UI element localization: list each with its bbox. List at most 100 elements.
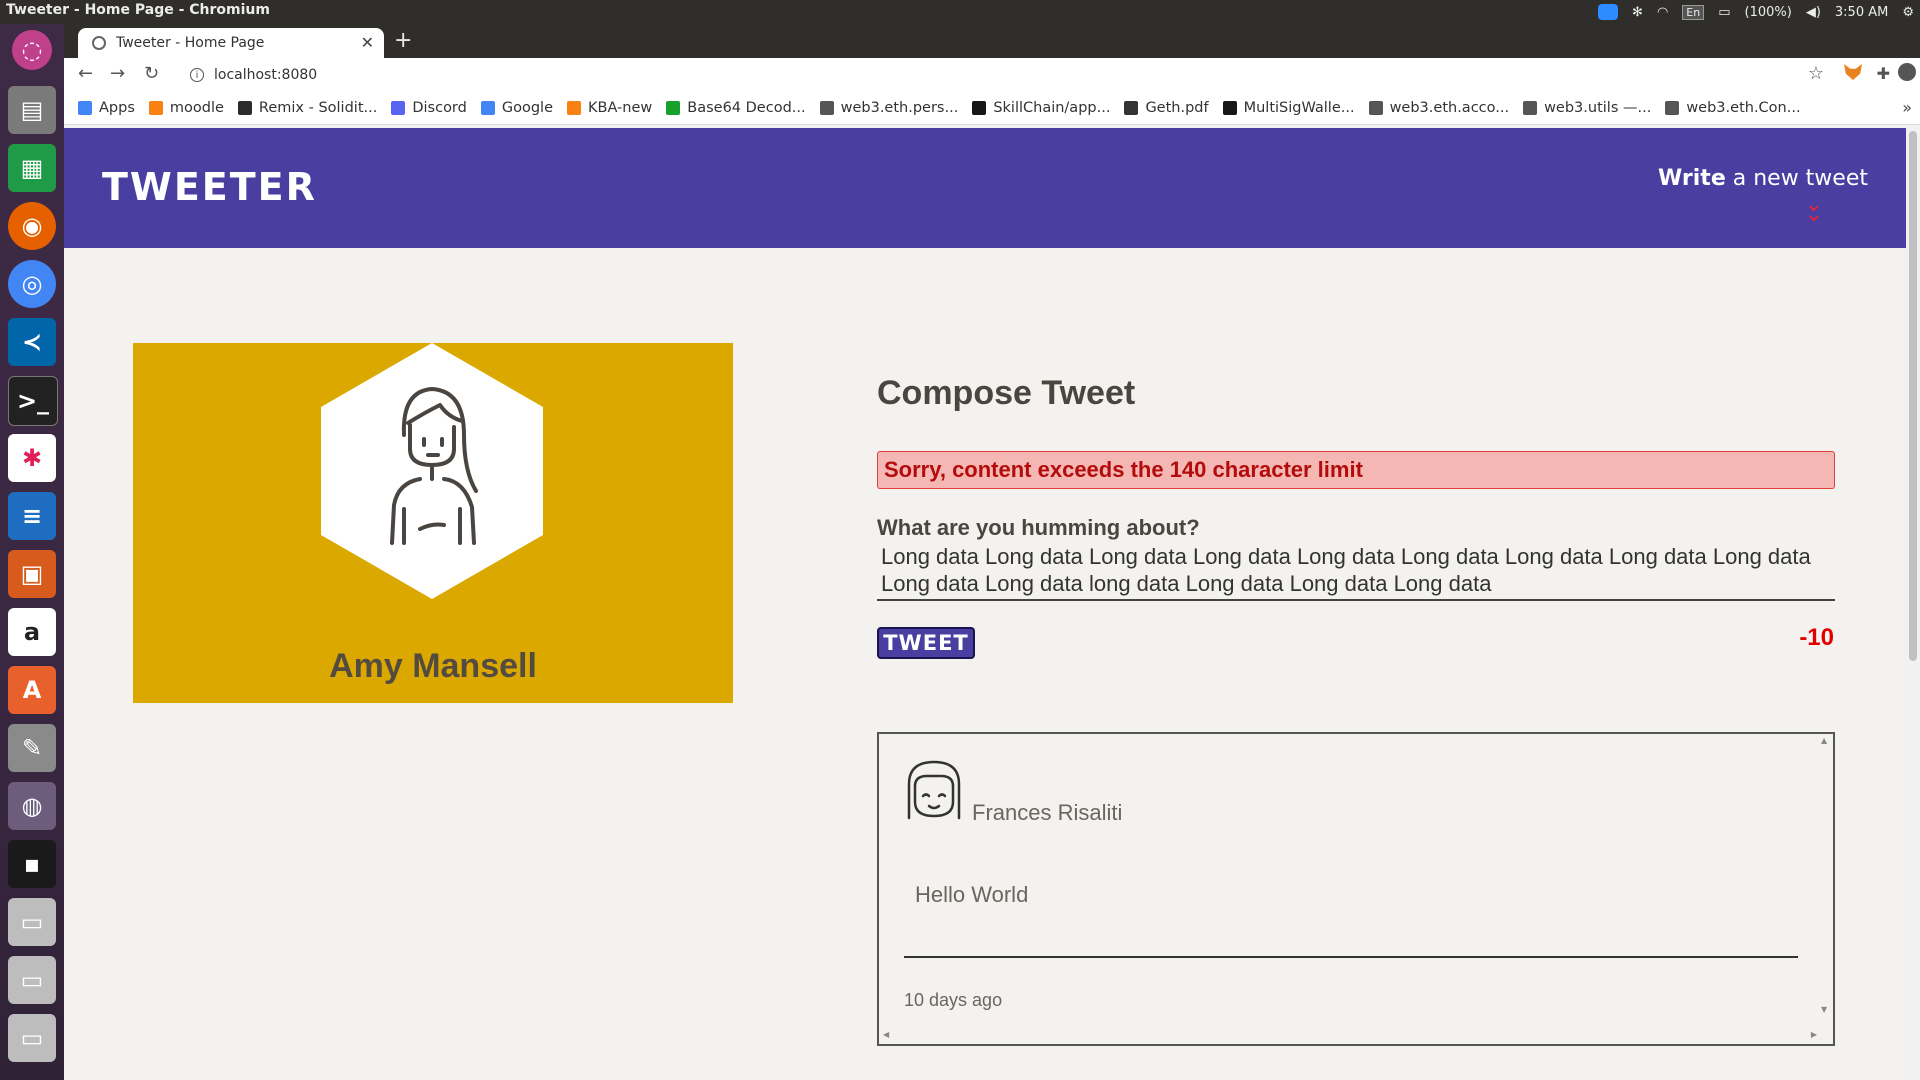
software-center-icon[interactable]: A <box>8 666 56 714</box>
bookmarks-bar: Apps moodle Remix - Solidit... Discord Googl… <box>64 92 1920 125</box>
tweet-textarea[interactable] <box>877 543 1835 601</box>
tab-tweeter[interactable]: Tweeter - Home Page ✕ <box>78 28 384 58</box>
bookmark-item[interactable]: Base64 Decod... <box>666 100 806 116</box>
tweet-list-scrollbar[interactable]: ▲ ▼ <box>1819 736 1831 1026</box>
tweet-author: Frances Risaliti <box>972 800 1123 825</box>
brand-logo[interactable]: TWEETER <box>102 165 317 209</box>
bookmark-label: web3.eth.Con... <box>1686 100 1801 116</box>
tab-strip: Tweeter - Home Page ✕ + <box>64 24 1920 58</box>
battery-icon[interactable]: ▭ <box>1718 5 1730 20</box>
bookmark-favicon-icon <box>1222 101 1237 115</box>
app-icon[interactable]: ▪ <box>8 840 56 888</box>
forward-arrow-icon[interactable]: → <box>110 63 125 84</box>
bookmark-item[interactable]: Geth.pdf <box>1124 100 1209 116</box>
page-viewport: TWEETER Write a new tweet ⌄ ⌄ Amy Mansell <box>64 125 1906 1080</box>
bookmark-item[interactable]: KBA-new <box>567 100 652 116</box>
system-tray: ✻ ◠ En ▭ (100%) ◀) 3:50 AM ⚙ <box>1598 0 1914 24</box>
bookmark-favicon-icon <box>1665 101 1680 115</box>
slack-icon[interactable]: ✱ <box>8 434 56 482</box>
write-tweet-link[interactable]: Write a new tweet <box>1658 166 1868 191</box>
bookmark-item[interactable]: Apps <box>78 100 135 116</box>
clock[interactable]: 3:50 AM <box>1835 5 1888 20</box>
tweet-divider <box>904 956 1798 958</box>
tweet-list-hscrollbar[interactable]: ◀ ▶ <box>881 1030 1821 1042</box>
site-info-icon[interactable]: i <box>190 68 204 82</box>
tweet-button[interactable]: TWEET <box>877 627 975 659</box>
extensions-puzzle-icon[interactable]: ✚ <box>1877 64 1890 83</box>
ubuntu-logo-icon[interactable]: ◌ <box>12 30 52 70</box>
bookmark-item[interactable]: web3.eth.Con... <box>1665 100 1801 116</box>
bookmark-item[interactable]: web3.utils —... <box>1523 100 1651 116</box>
bookmark-label: Base64 Decod... <box>687 100 806 116</box>
wifi-icon[interactable]: ◠ <box>1657 5 1668 20</box>
bookmark-favicon-icon <box>480 101 495 115</box>
page-scrollbar[interactable] <box>1906 125 1920 1080</box>
bookmark-item[interactable]: moodle <box>148 100 224 116</box>
site-navbar: TWEETER Write a new tweet ⌄ ⌄ <box>64 128 1906 248</box>
language-indicator[interactable]: En <box>1682 4 1705 20</box>
bookmark-label: web3.eth.pers... <box>840 100 959 116</box>
scroll-down-arrow-icon[interactable]: ▼ <box>1821 1005 1827 1014</box>
settings-gear-icon[interactable]: ⚙ <box>1902 5 1914 20</box>
bookmark-item[interactable]: web3.eth.acco... <box>1368 100 1509 116</box>
double-chevron-down-icon[interactable]: ⌄ ⌄ <box>1805 194 1823 226</box>
bookmark-star-icon[interactable]: ☆ <box>1808 63 1824 84</box>
address-bar[interactable]: i localhost:8080 <box>182 62 1844 88</box>
bookmark-label: Remix - Solidit... <box>258 100 378 116</box>
bookmark-favicon-icon <box>391 101 406 115</box>
bookmark-label: SkillChain/app... <box>993 100 1111 116</box>
bookmark-favicon-icon <box>148 101 163 115</box>
files-icon[interactable]: ▤ <box>8 86 56 134</box>
bookmark-item[interactable]: SkillChain/app... <box>972 100 1110 116</box>
bookmark-favicon-icon <box>237 101 252 115</box>
bookmark-item[interactable]: MultiSigWalle... <box>1222 100 1355 116</box>
profile-name: Amy Mansell <box>329 647 537 685</box>
writer-icon[interactable]: ≡ <box>8 492 56 540</box>
reload-icon[interactable]: ↻ <box>144 63 159 84</box>
drive-icon-3[interactable]: ▭ <box>8 1014 56 1062</box>
terminal-icon[interactable]: >_ <box>8 376 58 426</box>
back-arrow-icon[interactable]: ← <box>78 63 93 84</box>
bookmark-favicon-icon <box>567 101 581 115</box>
url-text[interactable]: localhost:8080 <box>214 67 317 83</box>
bookmark-favicon-icon <box>1368 101 1383 115</box>
compose-label: What are you humming about? <box>877 515 1200 540</box>
system-settings-icon[interactable]: ✎ <box>8 724 56 772</box>
more-bookmarks-icon[interactable]: » <box>1902 98 1912 117</box>
close-tab-icon[interactable]: ✕ <box>361 33 374 52</box>
scroll-right-arrow-icon[interactable]: ▶ <box>1811 1030 1817 1039</box>
bookmark-favicon-icon <box>1124 101 1139 115</box>
video-icon[interactable]: ◍ <box>8 782 56 830</box>
drive-icon-2[interactable]: ▭ <box>8 956 56 1004</box>
character-counter: -10 <box>1799 624 1834 651</box>
profile-icon[interactable] <box>1898 63 1916 81</box>
os-top-bar: Tweeter - Home Page - Chromium ✻ ◠ En ▭ … <box>0 0 1920 24</box>
bookmark-item[interactable]: Discord <box>391 100 467 116</box>
vscode-icon[interactable]: ≺ <box>8 318 56 366</box>
tweet-content: Hello World <box>915 882 1029 907</box>
impress-icon[interactable]: ▣ <box>8 550 56 598</box>
bookmark-label: Apps <box>99 100 135 116</box>
zoom-icon[interactable] <box>1598 4 1619 20</box>
battery-percent: (100%) <box>1744 4 1792 20</box>
new-tab-button[interactable]: + <box>394 28 412 53</box>
scroll-up-arrow-icon[interactable]: ▲ <box>1821 736 1827 745</box>
slack-tray-icon[interactable]: ✻ <box>1632 5 1643 20</box>
bookmark-favicon-icon <box>972 101 987 115</box>
volume-icon[interactable]: ◀) <box>1806 5 1821 20</box>
page-scrollbar-thumb[interactable] <box>1909 131 1917 661</box>
spreadsheet-icon[interactable]: ▦ <box>8 144 56 192</box>
bookmark-item[interactable]: Remix - Solidit... <box>237 100 378 116</box>
bookmark-favicon-icon <box>1523 101 1538 115</box>
chromium-icon[interactable]: ◎ <box>8 260 56 308</box>
drive-icon[interactable]: ▭ <box>8 898 56 946</box>
profile-avatar-hexagon <box>321 343 543 599</box>
amazon-icon[interactable]: a <box>8 608 56 656</box>
scroll-left-arrow-icon[interactable]: ◀ <box>883 1030 889 1039</box>
metamask-icon[interactable] <box>1844 64 1862 80</box>
tweet-list[interactable]: Frances Risaliti Hello World 10 days ago… <box>877 732 1835 1046</box>
bookmark-favicon-icon <box>78 101 92 115</box>
bookmark-item[interactable]: web3.eth.pers... <box>819 100 959 116</box>
bookmark-item[interactable]: Google <box>480 100 553 116</box>
firefox-icon[interactable]: ◉ <box>8 202 56 250</box>
